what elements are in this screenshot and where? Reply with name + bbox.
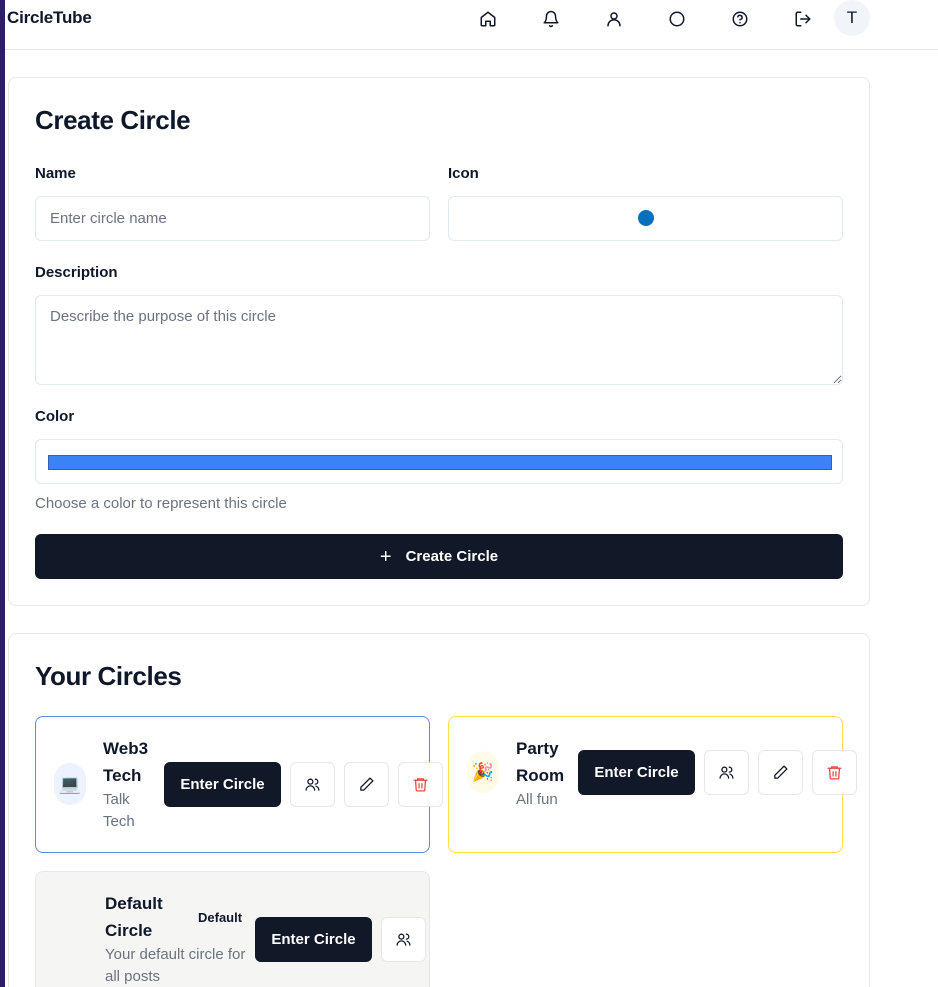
name-label: Name <box>35 165 76 182</box>
circle-description: Your default circle for all posts <box>105 946 246 985</box>
user-avatar[interactable]: T <box>834 0 870 36</box>
circle-card-default[interactable]: Default Circle Default Your default circ… <box>35 871 430 987</box>
enter-circle-button[interactable]: Enter Circle <box>578 750 695 795</box>
trash-icon[interactable] <box>812 750 857 795</box>
logout-icon[interactable] <box>790 6 816 32</box>
circle-card-web3-tech[interactable]: 💻 Web3 Tech Talk Tech Enter Circle <box>35 716 443 853</box>
trash-icon[interactable] <box>398 762 443 807</box>
plus-icon: + <box>379 545 392 568</box>
brand-logo[interactable]: CircleTube <box>7 8 92 28</box>
user-icon[interactable] <box>601 6 627 32</box>
circle-name: Default Circle <box>105 894 163 940</box>
create-circle-button-label: Create Circle <box>405 548 499 565</box>
edit-icon[interactable] <box>758 750 803 795</box>
color-helper-text: Choose a color to represent this circle <box>35 495 287 512</box>
party-popper-icon: 🎉 <box>467 751 499 793</box>
edit-icon[interactable] <box>344 762 389 807</box>
color-input[interactable] <box>35 439 843 484</box>
color-label: Color <box>35 408 75 425</box>
create-circle-button[interactable]: + Create Circle <box>35 534 843 579</box>
selected-icon-dot <box>638 210 654 226</box>
members-icon[interactable] <box>290 762 335 807</box>
icon-picker[interactable] <box>448 196 843 241</box>
circle-description: Talk Tech <box>103 791 135 830</box>
circle-description: All fun <box>516 791 558 808</box>
window-left-edge <box>0 0 5 987</box>
circle-icon[interactable] <box>664 6 690 32</box>
enter-circle-button[interactable]: Enter Circle <box>255 917 372 962</box>
circle-name-input[interactable] <box>35 196 430 241</box>
your-circles-title: Your Circles <box>35 661 182 691</box>
create-circle-title: Create Circle <box>35 105 191 135</box>
laptop-icon: 💻 <box>54 763 86 805</box>
home-icon[interactable] <box>475 6 501 32</box>
color-swatch <box>48 455 832 470</box>
top-navigation-bar: CircleTube T <box>5 0 938 50</box>
description-label: Description <box>35 264 118 281</box>
circle-name: Party Room <box>516 739 565 785</box>
help-icon[interactable] <box>727 6 753 32</box>
bell-icon[interactable] <box>538 6 564 32</box>
enter-circle-button[interactable]: Enter Circle <box>164 762 281 807</box>
members-icon[interactable] <box>381 917 426 962</box>
members-icon[interactable] <box>704 750 749 795</box>
create-circle-card: Create Circle Name Icon Description Colo… <box>8 77 870 606</box>
description-textarea[interactable] <box>35 295 843 385</box>
circle-card-party-room[interactable]: 🎉 Party Room All fun Enter Circle <box>448 716 857 853</box>
circle-name: Web3 Tech <box>103 739 149 785</box>
your-circles-card: Your Circles 💻 Web3 Tech Talk Tech Enter… <box>8 633 870 987</box>
icon-label: Icon <box>448 165 479 182</box>
default-badge: Default <box>198 910 243 925</box>
